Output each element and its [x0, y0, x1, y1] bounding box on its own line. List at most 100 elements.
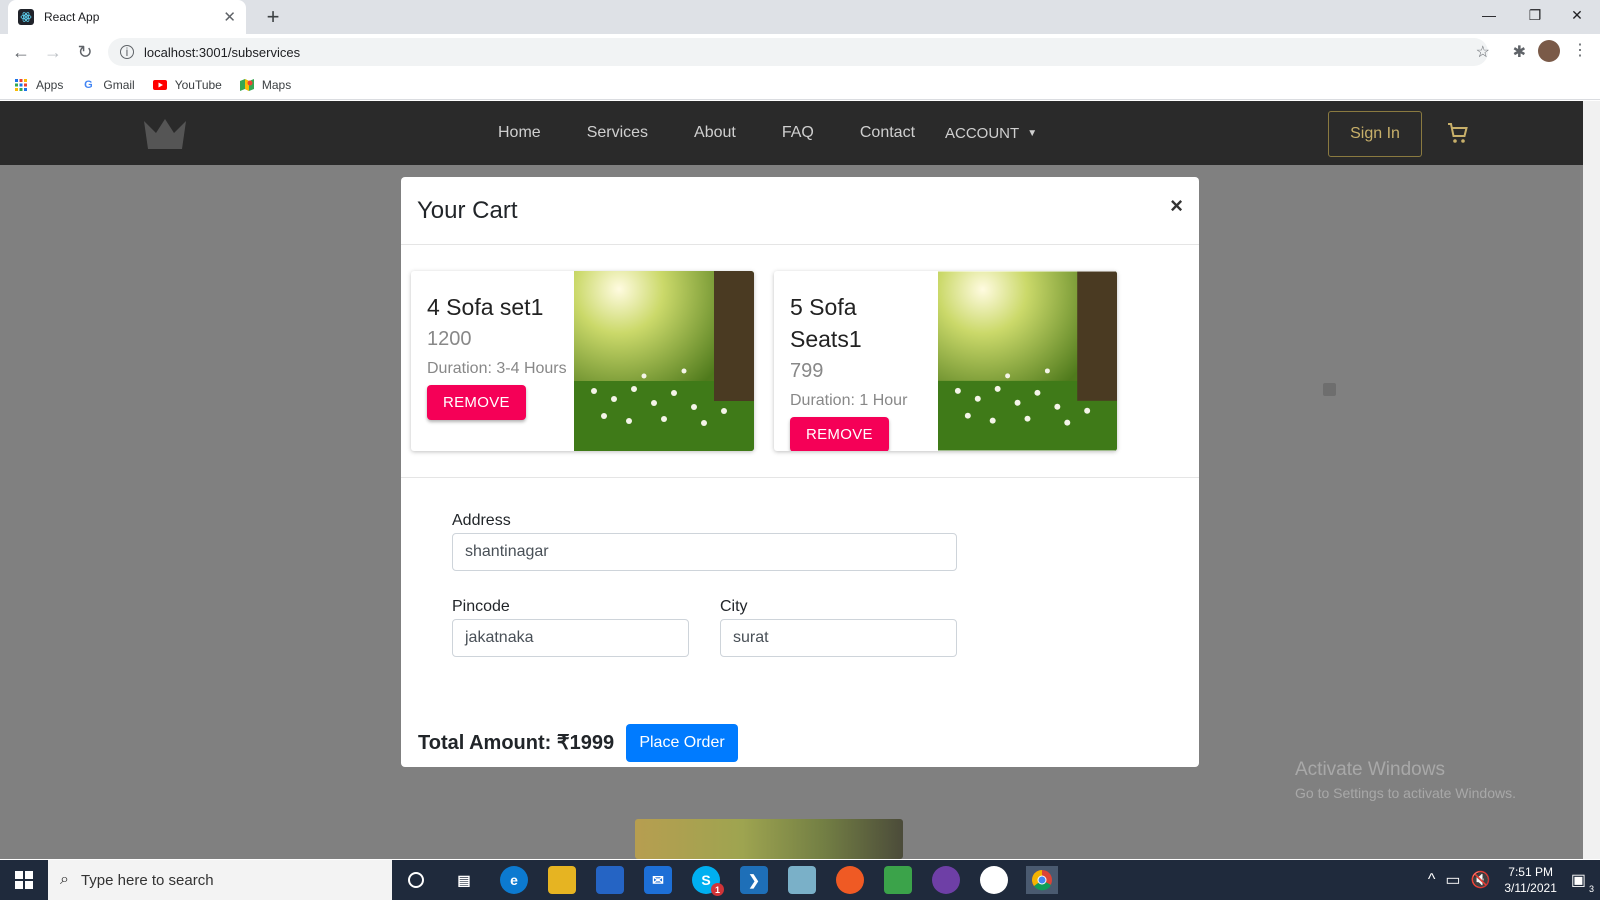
system-tray: ^ ▭ 🔇 7:51 PM 3/11/2021 ▣ 3 [1428, 860, 1600, 900]
site-navbar: Home Services About FAQ Contact ACCOUNT … [0, 101, 1583, 165]
cart-item-body: 5 Sofa Seats1 799 Duration: 1 Hour REMOV… [790, 291, 930, 451]
vscode-icon[interactable]: ❯ [740, 866, 768, 894]
github-desktop-icon[interactable] [932, 866, 960, 894]
page-scrollbar[interactable] [1583, 101, 1600, 859]
cart-item-body: 4 Sofa set1 1200 Duration: 3-4 Hours REM… [427, 291, 577, 420]
new-tab-button[interactable]: + [260, 4, 286, 30]
task-view-icon[interactable]: ▤ [450, 866, 478, 894]
modal-title: Your Cart [417, 197, 518, 224]
account-dropdown[interactable]: ACCOUNT ▼ [945, 125, 1037, 142]
bookmark-gmail[interactable]: G Gmail [81, 77, 135, 92]
reload-icon[interactable]: ↻ [72, 39, 98, 65]
profile-avatar[interactable] [1538, 40, 1560, 62]
maps-pin-icon [239, 78, 254, 92]
notepad-icon[interactable] [788, 866, 816, 894]
browser-toolbar: ← → ↻ i localhost:3001/subservices ☆ ✱ ⋮ [0, 34, 1600, 70]
google-g-icon: G [84, 78, 93, 91]
clock-time: 7:51 PM [1508, 865, 1553, 879]
file-explorer-icon[interactable] [548, 866, 576, 894]
clock-date: 3/11/2021 [1504, 881, 1557, 895]
search-placeholder: Type here to search [80, 871, 214, 889]
city-label: City [720, 598, 748, 615]
account-label: ACCOUNT [945, 124, 1020, 142]
modal-close-button[interactable]: × [1170, 193, 1183, 219]
item-duration: Duration: 1 Hour [790, 392, 908, 409]
bookmark-label: YouTube [174, 77, 222, 92]
caret-down-icon: ▼ [1027, 127, 1038, 139]
cart-modal: Your Cart × 4 Sofa set1 1200 Duration: 3… [401, 177, 1199, 767]
clock[interactable]: 7:51 PM 3/11/2021 [1504, 864, 1557, 896]
pincode-label: Pincode [452, 598, 510, 615]
signin-button[interactable]: Sign In [1328, 111, 1422, 157]
app-icon[interactable] [980, 866, 1008, 894]
volume-muted-icon[interactable]: 🔇 [1470, 870, 1490, 890]
spreadsheet-icon[interactable] [884, 866, 912, 894]
bookmark-label: Gmail [103, 77, 135, 92]
remove-button[interactable]: REMOVE [790, 417, 889, 451]
extensions-puzzle-icon[interactable]: ✱ [1513, 42, 1526, 62]
youtube-icon [152, 78, 167, 92]
tab-title: React App [44, 10, 100, 24]
nav-home[interactable]: Home [498, 124, 541, 142]
back-icon[interactable]: ← [8, 39, 34, 65]
address-bar[interactable]: i localhost:3001/subservices [108, 38, 1488, 66]
item-image [938, 271, 1117, 451]
skype-icon[interactable]: S 1 [692, 866, 724, 896]
place-order-button[interactable]: Place Order [626, 724, 738, 762]
remove-button[interactable]: REMOVE [427, 385, 526, 420]
bookmark-apps[interactable]: Apps [14, 78, 63, 92]
address-label: Address [452, 512, 511, 529]
cart-icon[interactable] [1446, 121, 1470, 145]
item-price: 799 [790, 360, 824, 382]
watermark-title: Activate Windows [1295, 759, 1445, 780]
skype-badge: 1 [711, 883, 724, 896]
browser-tab-bar: React App ✕ + — ❐ ✕ [0, 0, 1600, 34]
cortana-icon[interactable] [402, 866, 430, 894]
browser-tab[interactable]: React App ✕ [8, 0, 246, 34]
nav-links: Home Services About FAQ Contact ACCOUNT … [480, 101, 1037, 165]
city-input[interactable]: surat [720, 619, 957, 657]
store-icon[interactable] [596, 866, 624, 894]
search-icon: ⌕ [60, 871, 69, 888]
mail-icon[interactable]: ✉ [644, 866, 672, 894]
react-favicon-icon [18, 9, 34, 25]
chrome-icon[interactable] [1026, 866, 1058, 894]
item-name: 5 Sofa Seats1 [790, 294, 862, 352]
modal-header: Your Cart × [401, 177, 1199, 245]
windows-start-icon[interactable] [0, 860, 48, 900]
address-input[interactable]: shantinagar [452, 533, 957, 571]
site-info-icon[interactable]: i [120, 45, 134, 59]
pincode-input[interactable]: jakatnaka [452, 619, 689, 657]
forward-icon[interactable]: → [40, 39, 66, 65]
apps-grid-icon [14, 78, 28, 92]
bookmarks-bar: Apps G Gmail YouTube Maps [0, 70, 1600, 100]
restore-icon[interactable]: ❐ [1512, 0, 1558, 30]
tray-chevron-icon[interactable]: ^ [1428, 871, 1436, 889]
bookmark-label: Apps [36, 77, 64, 92]
window-close-icon[interactable]: ✕ [1554, 0, 1600, 30]
url-text: localhost:3001/subservices [144, 44, 301, 60]
item-name: 4 Sofa set1 [427, 294, 544, 320]
edge-icon[interactable]: e [500, 866, 528, 894]
bookmark-star-icon[interactable]: ☆ [1476, 42, 1490, 62]
crown-logo-icon[interactable] [140, 115, 190, 153]
bookmark-youtube[interactable]: YouTube [152, 77, 222, 92]
nav-faq[interactable]: FAQ [782, 124, 814, 142]
nav-about[interactable]: About [694, 124, 736, 142]
browser-menu-icon[interactable]: ⋮ [1572, 40, 1588, 60]
postman-icon[interactable] [836, 866, 864, 894]
minimize-icon[interactable]: — [1466, 0, 1512, 30]
nav-contact[interactable]: Contact [860, 124, 915, 142]
cart-item-card: 4 Sofa set1 1200 Duration: 3-4 Hours REM… [411, 271, 754, 451]
item-price: 1200 [427, 328, 472, 350]
total-amount: Total Amount: ₹1999 [418, 732, 615, 754]
taskbar-search[interactable]: ⌕ Type here to search [48, 860, 392, 900]
bookmark-maps[interactable]: Maps [239, 78, 291, 92]
network-icon[interactable]: ▭ [1445, 870, 1460, 890]
nav-services[interactable]: Services [587, 124, 648, 142]
item-image [574, 271, 754, 451]
watermark-subtitle: Go to Settings to activate Windows. [1295, 785, 1516, 801]
notifications-icon[interactable]: ▣ 3 [1571, 870, 1594, 894]
background-card-image [635, 819, 903, 859]
tab-close-icon[interactable]: ✕ [223, 8, 236, 26]
